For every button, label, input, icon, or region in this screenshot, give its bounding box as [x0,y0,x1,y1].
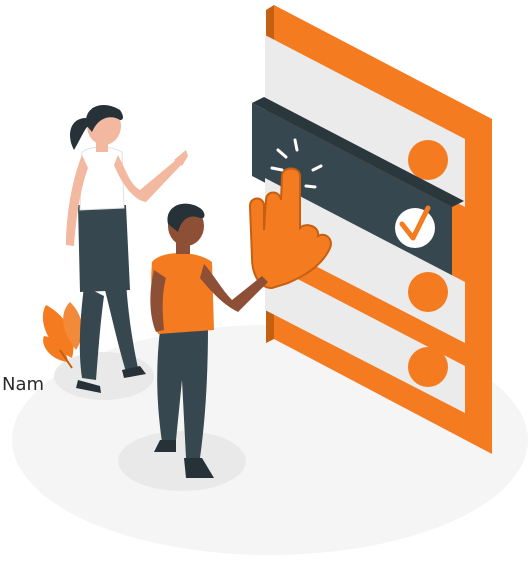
option-4-radio[interactable] [408,347,448,387]
option-3-radio[interactable] [408,272,448,312]
illustration-scene [12,5,528,555]
man-floor-spot [118,431,246,491]
caption-label: Nam [2,374,45,395]
option-1-radio[interactable] [408,140,448,180]
option-2-radio[interactable] [395,208,435,248]
woman-floor-spot [54,352,154,400]
